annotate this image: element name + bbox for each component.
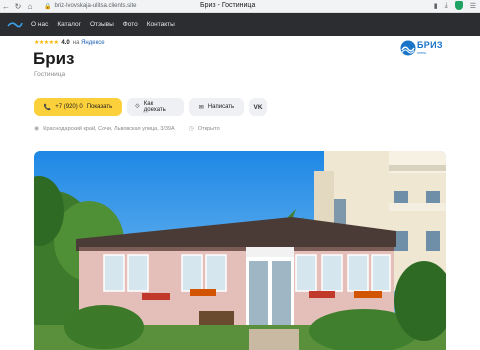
rating[interactable]: ★★★★★ 4.0 на Яндексе [34,39,105,47]
message-label: Написать [207,104,235,110]
route-button[interactable]: ⟐ Как доехать [127,98,184,116]
download-icon[interactable]: ⤓ [445,2,448,10]
vk-button[interactable]: VK [249,98,267,116]
url-text: briz-lvovskaja-ulitsa.clients.site [54,3,137,9]
brand-logo-tagline: отель [417,51,427,55]
reload-icon[interactable]: ↻ [12,0,24,12]
clock-icon: ◷ [188,126,194,132]
site-navigation: О нас Каталог Отзывы Фото Контакты [0,13,480,36]
action-buttons: 📞 +7 (920) 0 Показать ⟐ Как доехать ✉ На… [34,98,267,116]
menu-icon[interactable]: ☰ [470,2,476,10]
bookmark-icon[interactable]: ▮ [434,2,438,10]
rating-stars: ★★★★★ [34,40,59,46]
address-bar[interactable]: 🔒 briz-lvovskaja-ulitsa.clients.site [44,3,194,10]
tab-title: Бриз - Гостиница [200,2,256,9]
show-phone-button[interactable]: 📞 +7 (920) 0 Показать [34,98,122,116]
nav-item-about[interactable]: О нас [31,21,48,28]
brand-logo-word: БРИЗ [417,40,443,50]
browser-toolbar: ← ↻ ⌂ 🔒 briz-lvovskaja-ulitsa.clients.si… [0,0,480,13]
rating-source-name: Яндексе [81,39,105,46]
status-text: Открыто [197,125,220,132]
site-logo-icon[interactable] [7,20,23,29]
show-phone-label: Показать [86,104,113,110]
hero-photo[interactable] [34,151,446,350]
back-icon[interactable]: ← [0,0,12,12]
phone-icon: 📞 [43,104,52,111]
route-label: Как доехать [143,101,166,113]
nav-item-catalog[interactable]: Каталог [57,21,81,28]
rating-value: 4.0 [61,39,70,46]
brand-wave-icon [400,40,416,56]
lock-icon: 🔒 [44,3,52,10]
home-icon[interactable]: ⌂ [24,0,36,12]
mail-icon: ✉ [198,104,204,111]
message-button[interactable]: ✉ Написать [189,98,244,116]
brand-logo: БРИЗ отель [400,40,446,58]
location-pin-icon: ◉ [34,126,40,132]
shield-icon[interactable] [454,1,463,10]
address-text[interactable]: Краснодарский край, Сочи, Львовская улиц… [43,126,174,132]
business-name: Бриз [33,49,75,68]
route-icon: ⟐ [135,103,140,110]
business-meta: ◉ Краснодарский край, Сочи, Львовская ул… [34,125,220,133]
rating-source: на Яндексе [72,39,105,46]
business-category: Гостиница [34,71,66,78]
nav-item-reviews[interactable]: Отзывы [90,21,114,28]
nav-item-contacts[interactable]: Контакты [147,21,175,28]
phone-number: +7 (920) 0 [55,104,83,110]
nav-item-photos[interactable]: Фото [123,21,138,28]
